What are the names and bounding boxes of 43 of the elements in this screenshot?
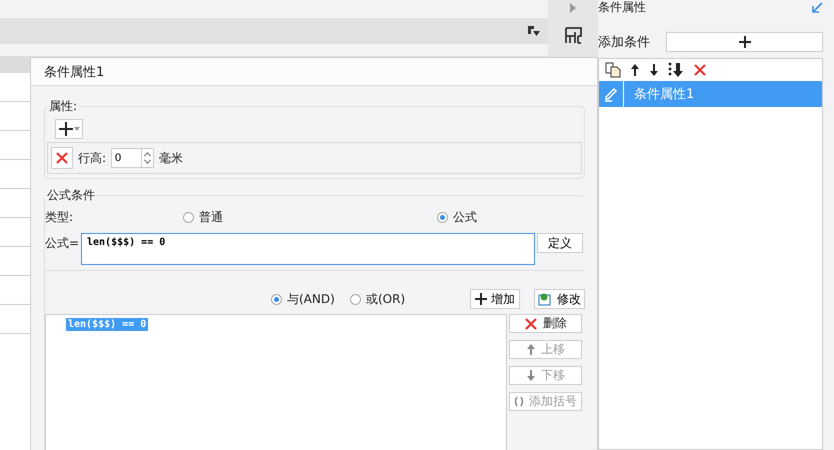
delete-icon: [524, 316, 538, 330]
row-height-label: 行高:: [78, 150, 106, 166]
up-arrow-icon: [526, 343, 536, 356]
group-label: 属性:: [48, 98, 78, 115]
unit-label: 毫米: [159, 150, 184, 166]
radio-label: 公式: [453, 208, 477, 226]
delete-icon: [693, 63, 707, 77]
add-button[interactable]: 增加: [470, 289, 520, 309]
radio-button[interactable]: [350, 294, 361, 304]
down-arrow-icon[interactable]: [649, 63, 659, 77]
radio-button[interactable]: [271, 294, 282, 304]
plus-icon: [738, 36, 750, 48]
plus-icon: [475, 293, 487, 305]
formula-field[interactable]: len($$$) == 0: [81, 233, 535, 265]
up-arrow-icon[interactable]: [630, 63, 640, 77]
format-icon[interactable]: [528, 26, 540, 36]
delete-button[interactable]: 删除: [509, 314, 582, 333]
formula-label: 公式=: [45, 235, 80, 252]
brackets-icon: [514, 396, 524, 407]
plus-icon: [58, 122, 72, 136]
modify-button[interactable]: 修改: [534, 289, 585, 309]
add-condition-label: 添加条件: [598, 34, 650, 51]
dialog-title: 条件属性1: [44, 64, 104, 80]
define-button[interactable]: 定义: [537, 233, 583, 253]
down-arrow-icon: [526, 369, 536, 382]
layout-icon[interactable]: [564, 27, 582, 44]
radio-label: 或(OR): [366, 290, 406, 308]
spinner-arrows-icon[interactable]: [141, 148, 154, 168]
collapse-arrow-icon[interactable]: [812, 2, 823, 12]
pencil-icon: [603, 86, 619, 102]
radio-button[interactable]: [183, 212, 194, 222]
type-label: 类型:: [45, 208, 74, 226]
radio-label: 与(AND): [287, 290, 335, 308]
move-bottom-icon[interactable]: [668, 62, 684, 78]
add-attribute-button[interactable]: [55, 119, 83, 139]
group-label: 公式条件: [46, 187, 96, 204]
radio-label: 普通: [199, 208, 223, 226]
radio-button[interactable]: [437, 212, 448, 222]
copy-icon[interactable]: [605, 62, 621, 78]
delete-icon: [55, 151, 69, 165]
row-height-field[interactable]: 0: [111, 148, 142, 168]
panel-title: 条件属性: [598, 0, 646, 16]
remove-button[interactable]: [51, 147, 73, 169]
